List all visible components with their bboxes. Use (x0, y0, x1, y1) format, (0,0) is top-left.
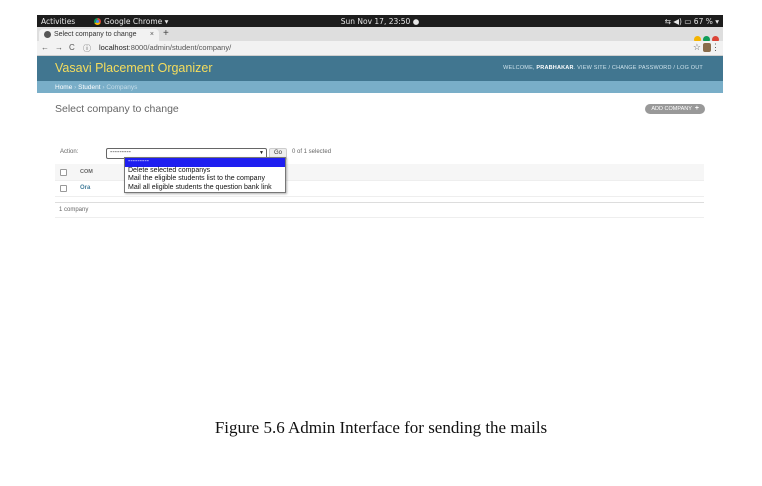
tab-strip: Select company to change × (37, 27, 723, 41)
breadcrumb: Home › Student › Companys (37, 81, 723, 93)
user-tools: WELCOME, PRABHAKAR. VIEW SITE / CHANGE P… (503, 65, 703, 71)
forward-icon[interactable]: → (55, 43, 63, 52)
chrome-menu-icon[interactable]: ⋮ (711, 42, 720, 53)
welcome-text: WELCOME, (503, 65, 535, 71)
dropdown-option[interactable]: Mail the eligible students list to the c… (125, 175, 285, 184)
page-title: Select company to change (55, 103, 179, 115)
select-all-checkbox[interactable] (60, 169, 67, 176)
action-label: Action: (60, 149, 79, 155)
selection-counter: 0 of 1 selected (292, 149, 332, 155)
screenshot: Activities Google Chrome ▾ Sun Nov 17, 2… (37, 15, 723, 225)
url-host: localhost (99, 43, 129, 52)
tab-title: Select company to change (54, 31, 137, 38)
figure-caption: Figure 5.6 Admin Interface for sending t… (214, 418, 548, 437)
browser-tab[interactable]: Select company to change × (39, 29, 159, 41)
back-icon[interactable]: ← (41, 43, 49, 52)
user-links[interactable]: VIEW SITE / CHANGE PASSWORD / LOG OUT (577, 65, 703, 71)
plus-icon: + (694, 105, 699, 112)
dropdown-option[interactable]: Mail all eligible students the question … (125, 184, 285, 193)
breadcrumb-current: Companys (106, 83, 138, 91)
system-tray[interactable]: ⇆ ◀) ▭ 67 % ▾ (665, 17, 719, 26)
new-tab-button[interactable]: + (163, 28, 169, 40)
breadcrumb-home[interactable]: Home (55, 84, 72, 91)
company-link[interactable]: Ora (80, 185, 90, 191)
result-count: 1 company (59, 207, 89, 213)
add-company-button[interactable]: ADD COMPANY + (645, 104, 705, 114)
browser-toolbar: ← → C ⓘ localhost:8000/admin/student/com… (37, 41, 723, 56)
chevron-down-icon: ▼ (259, 150, 264, 156)
action-dropdown-list: --------- Delete selected companys Mail … (124, 157, 286, 193)
breadcrumb-student[interactable]: Student (78, 84, 100, 91)
clock[interactable]: Sun Nov 17, 23:50 ● (37, 17, 723, 26)
admin-header: Vasavi Placement Organizer WELCOME, PRAB… (37, 56, 723, 81)
row-checkbox[interactable] (60, 185, 67, 192)
paginator: 1 company (55, 202, 704, 218)
close-tab-icon[interactable]: × (150, 31, 154, 38)
system-top-bar: Activities Google Chrome ▾ Sun Nov 17, 2… (37, 15, 723, 27)
action-select-value: --------- (110, 149, 131, 156)
reload-icon[interactable]: C (69, 43, 75, 52)
extension-icon[interactable] (703, 43, 711, 52)
address-bar[interactable]: localhost:8000/admin/student/company/ (99, 43, 231, 52)
dropdown-option[interactable]: --------- (125, 158, 285, 167)
add-company-label: ADD COMPANY (651, 106, 692, 112)
username: PRABHAKAR (536, 65, 574, 71)
info-icon[interactable]: ⓘ (83, 43, 91, 54)
url-path: :8000/admin/student/company/ (128, 43, 232, 52)
favicon-icon (44, 31, 51, 38)
dropdown-option[interactable]: Delete selected companys (125, 167, 285, 176)
bookmark-star-icon[interactable]: ☆ (693, 42, 701, 53)
column-header-company[interactable]: COM (80, 169, 93, 175)
site-branding[interactable]: Vasavi Placement Organizer (55, 61, 212, 75)
